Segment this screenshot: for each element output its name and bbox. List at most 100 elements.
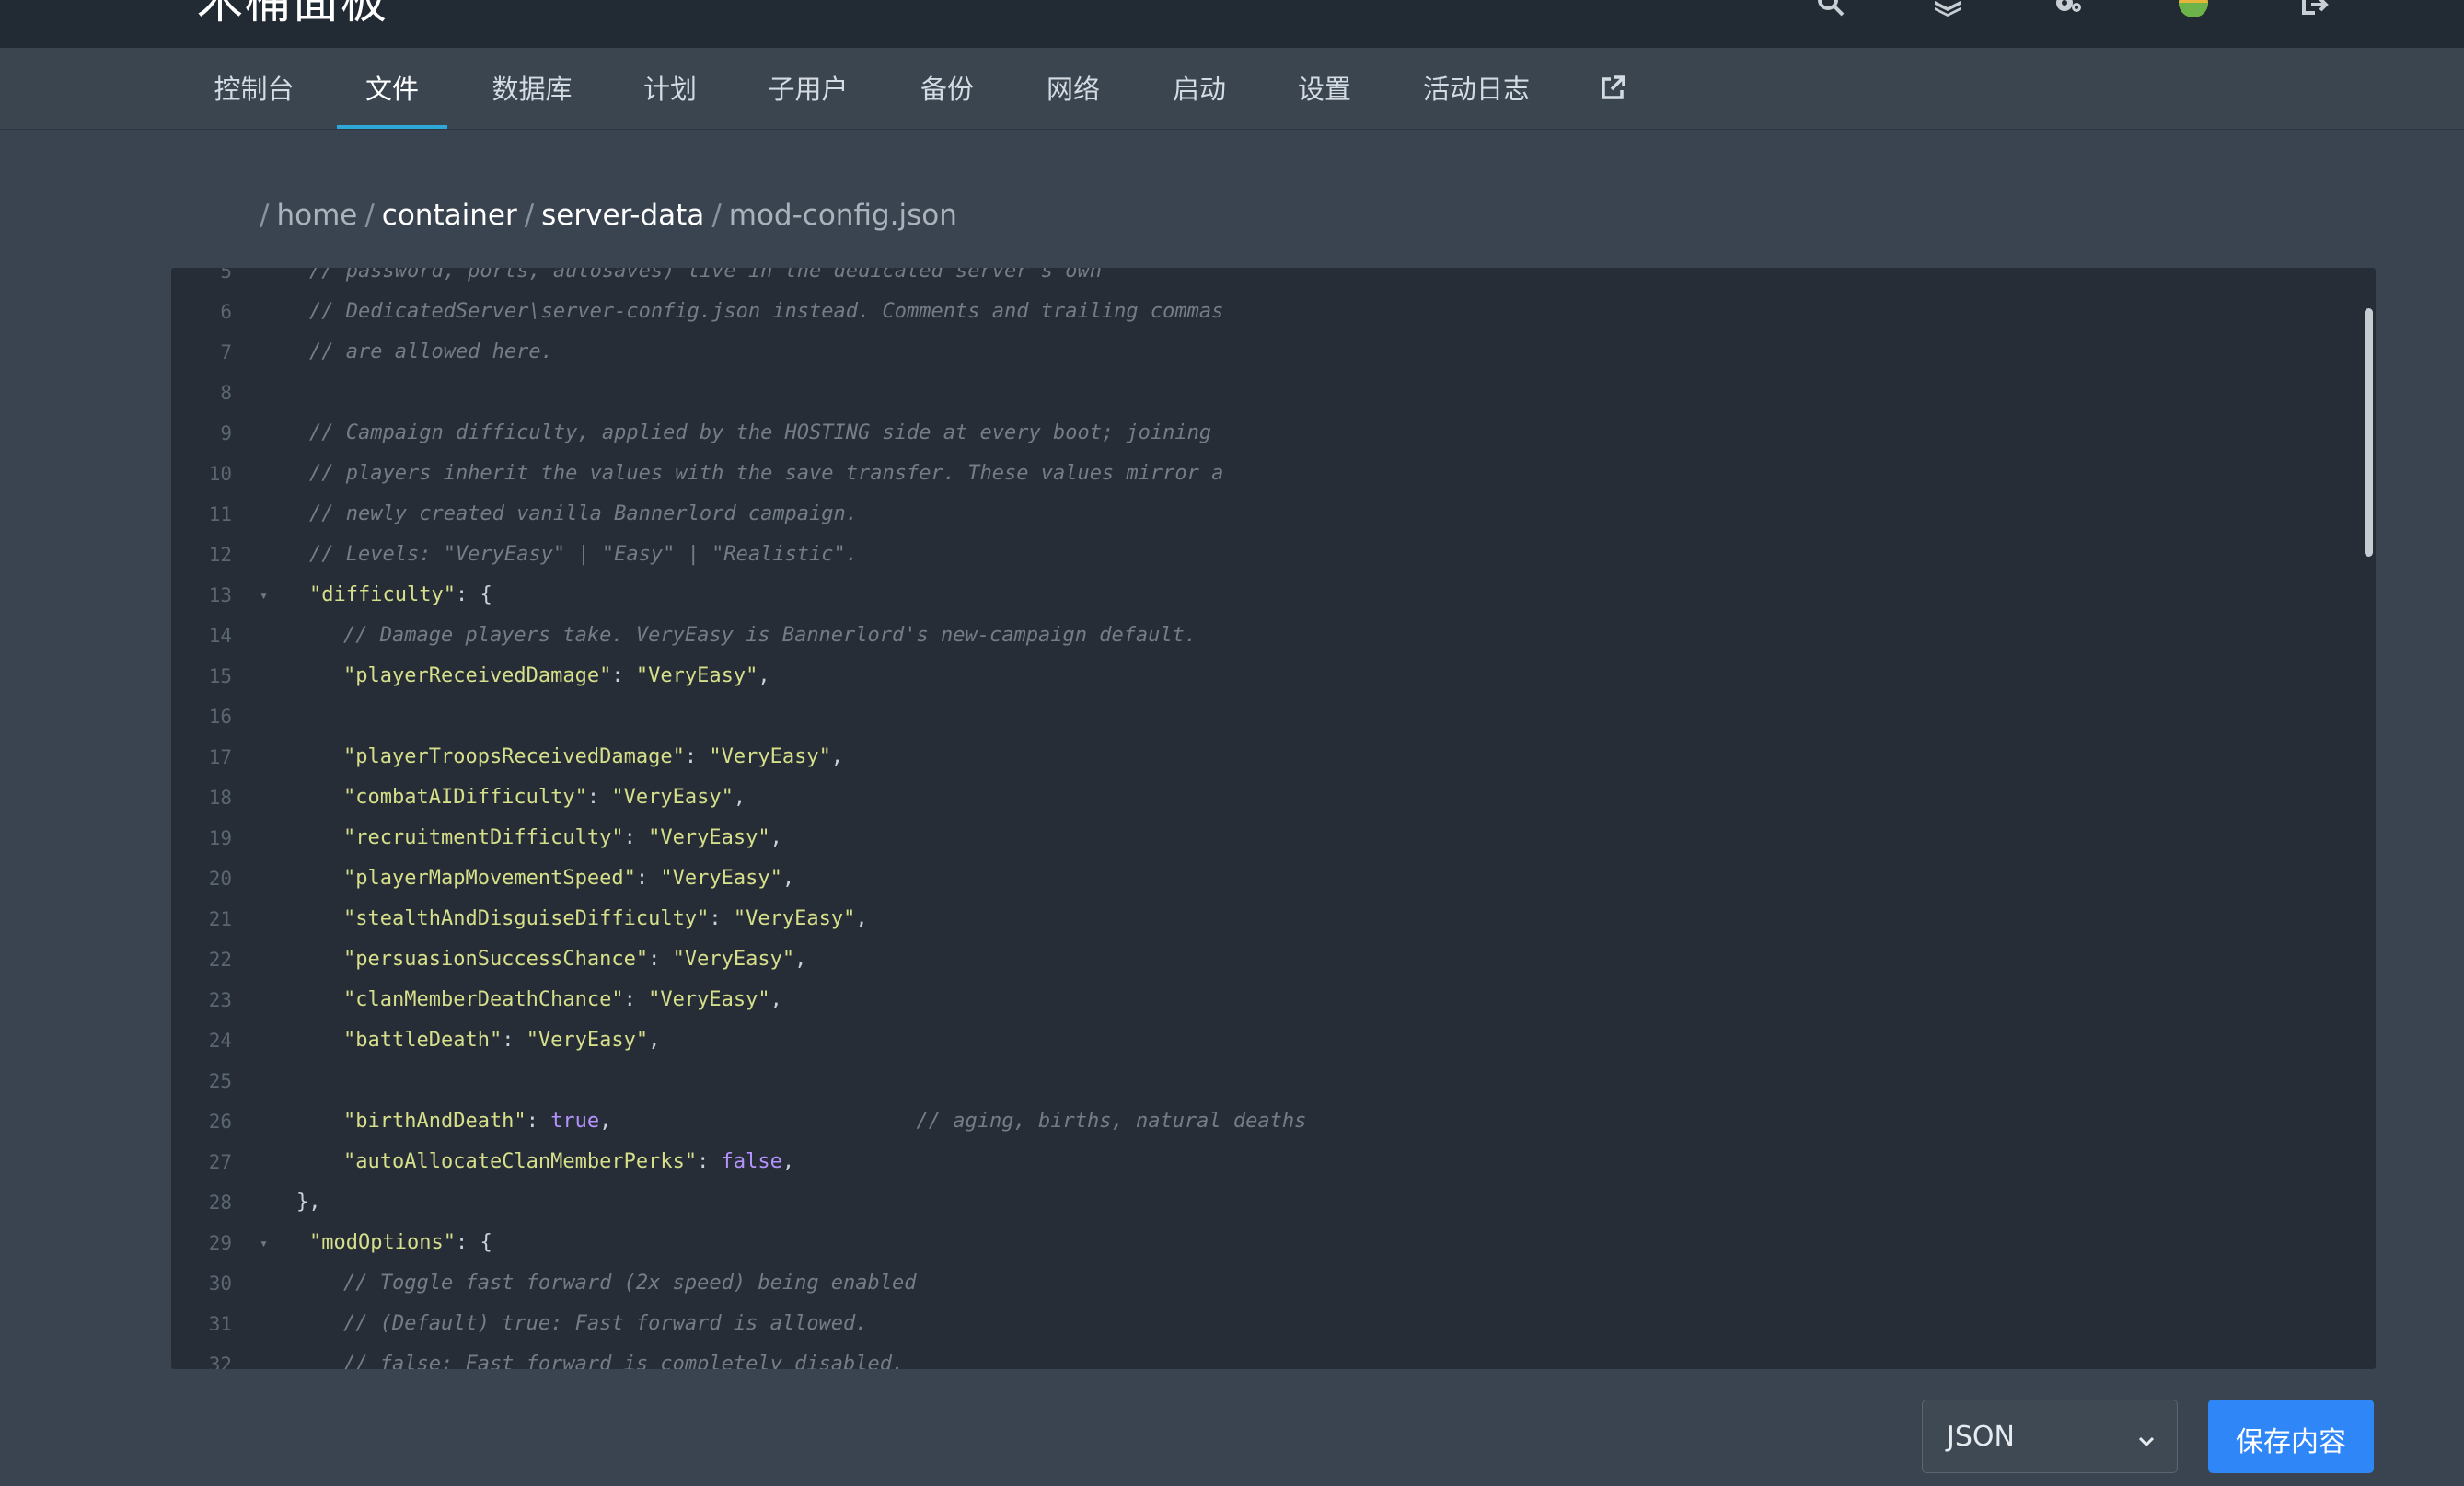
code-line[interactable]: 24 "battleDeath": "VeryEasy",	[171, 1020, 2376, 1061]
code-token: // false: Fast forward is completely dis…	[343, 1353, 905, 1369]
code-line[interactable]: 16	[171, 697, 2376, 737]
code-token: "VeryEasy"	[526, 1029, 649, 1052]
code-line[interactable]: 31 // (Default) true: Fast forward is all…	[171, 1304, 2376, 1344]
line-number: 32	[208, 1354, 232, 1369]
fold-toggle-icon[interactable]: ▾	[260, 575, 268, 616]
code-line[interactable]: 20 "playerMapMovementSpeed": "VeryEasy",	[171, 858, 2376, 899]
code-token: "persuasionSuccessChance"	[343, 948, 649, 971]
code-token: :	[586, 786, 612, 809]
code-token: :	[684, 745, 710, 768]
tab-backups[interactable]: 备份	[920, 48, 975, 129]
code-token: // players inherit the values with the s…	[309, 462, 1224, 485]
tab-activity[interactable]: 活动日志	[1423, 48, 1530, 129]
line-number: 18	[208, 787, 232, 809]
tab-startup[interactable]: 启动	[1172, 48, 1227, 129]
code-line[interactable]: 29 ▾ "modOptions": {	[171, 1223, 2376, 1263]
code-line[interactable]: 21 "stealthAndDisguiseDifficulty": "VeryE…	[171, 899, 2376, 939]
code-token: "modOptions"	[309, 1231, 456, 1254]
line-number: 9	[220, 422, 232, 444]
line-number: 8	[220, 382, 232, 404]
code-token: "VeryEasy"	[660, 867, 782, 890]
line-text: "recruitmentDifficulty": "VeryEasy",	[343, 818, 782, 858]
line-text: // password, ports, autosaves) live in t…	[309, 268, 1102, 292]
code-token: // Damage players take. VeryEasy is Bann…	[343, 624, 1197, 647]
tab-schedules[interactable]: 计划	[642, 48, 698, 129]
code-line[interactable]: 25	[171, 1061, 2376, 1101]
code-token: // Toggle fast forward (2x speed) being …	[343, 1272, 917, 1295]
language-mode-value: JSON	[1947, 1421, 2015, 1453]
line-text: // DedicatedServer\server-config.json in…	[309, 292, 1223, 332]
line-text: // are allowed here.	[309, 332, 553, 373]
code-line[interactable]: 7 // are allowed here.	[171, 332, 2376, 373]
code-token: :	[611, 664, 636, 687]
line-number: 7	[220, 341, 232, 363]
line-text: },	[296, 1182, 321, 1223]
code-line[interactable]: 10 // players inherit the values with the…	[171, 454, 2376, 494]
code-line[interactable]: 17 "playerTroopsReceivedDamage": "VeryEas…	[171, 737, 2376, 778]
code-line[interactable]: 14 // Damage players take. VeryEasy is Ba…	[171, 616, 2376, 656]
code-token: "VeryEasy"	[611, 786, 734, 809]
breadcrumb-container[interactable]: container	[382, 199, 517, 232]
code-token: : {	[455, 1231, 492, 1254]
line-number: 22	[208, 949, 232, 971]
line-text: "difficulty": {	[309, 575, 492, 616]
fold-toggle-icon[interactable]: ▾	[260, 1223, 268, 1263]
avatar[interactable]	[2178, 0, 2209, 18]
save-content-button[interactable]: 保存内容	[2208, 1400, 2374, 1473]
tab-files[interactable]: 文件	[337, 48, 447, 129]
line-text: // Campaign difficulty, applied by the H…	[309, 413, 1211, 454]
breadcrumb-file: mod-config.json	[728, 199, 957, 232]
line-number: 31	[208, 1313, 232, 1335]
code-line[interactable]: 8	[171, 373, 2376, 413]
code-token: // Campaign difficulty, applied by the H…	[309, 421, 1212, 444]
code-line[interactable]: 19 "recruitmentDifficulty": "VeryEasy",	[171, 818, 2376, 858]
code-token: "playerTroopsReceivedDamage"	[343, 745, 685, 768]
code-line[interactable]: 15 "playerReceivedDamage": "VeryEasy",	[171, 656, 2376, 697]
breadcrumb-home[interactable]: home	[276, 199, 357, 232]
code-token: "birthAndDeath"	[343, 1110, 526, 1133]
line-number: 21	[208, 908, 232, 930]
code-line[interactable]: 23 "clanMemberDeathChance": "VeryEasy",	[171, 980, 2376, 1020]
code-line[interactable]: 11 // newly created vanilla Bannerlord ca…	[171, 494, 2376, 535]
code-token: ,	[794, 948, 807, 971]
language-mode-select[interactable]: JSON	[1922, 1400, 2178, 1473]
code-token: "recruitmentDifficulty"	[343, 826, 624, 849]
line-text: // Damage players take. VeryEasy is Bann…	[343, 616, 1197, 656]
line-text: // players inherit the values with the s…	[309, 454, 1223, 494]
code-line[interactable]: 26 "birthAndDeath": true, // aging, birth…	[171, 1101, 2376, 1142]
code-line[interactable]: 30 // Toggle fast forward (2x speed) bein…	[171, 1263, 2376, 1304]
line-text: // (Default) true: Fast forward is allow…	[343, 1304, 868, 1344]
code-token: "VeryEasy"	[648, 826, 770, 849]
tab-users[interactable]: 子用户	[768, 48, 849, 129]
code-line[interactable]: 28},	[171, 1182, 2376, 1223]
code-line[interactable]: 13 ▾ "difficulty": {	[171, 575, 2376, 616]
tab-settings[interactable]: 设置	[1297, 48, 1352, 129]
gear-icon[interactable]	[2053, 0, 2084, 18]
code-editor[interactable]: 5 // password, ports, autosaves) live in …	[171, 268, 2376, 1369]
search-icon[interactable]	[1815, 0, 1846, 18]
code-line[interactable]: 6 // DedicatedServer\server-config.json i…	[171, 292, 2376, 332]
line-text: "modOptions": {	[309, 1223, 492, 1263]
code-line[interactable]: 18 "combatAIDifficulty": "VeryEasy",	[171, 778, 2376, 818]
line-text: "persuasionSuccessChance": "VeryEasy",	[343, 939, 806, 980]
code-line[interactable]: 9 // Campaign difficulty, applied by the …	[171, 413, 2376, 454]
tab-network[interactable]: 网络	[1046, 48, 1101, 129]
code-line[interactable]: 32 // false: Fast forward is completely d…	[171, 1344, 2376, 1369]
line-number: 20	[208, 868, 232, 890]
line-number: 24	[208, 1030, 232, 1052]
line-text: // Levels: "VeryEasy" | "Easy" | "Realis…	[309, 535, 858, 575]
code-line[interactable]: 5 // password, ports, autosaves) live in …	[171, 268, 2376, 292]
logout-icon[interactable]	[2298, 0, 2330, 18]
tab-databases[interactable]: 数据库	[492, 48, 573, 129]
code-line[interactable]: 12 // Levels: "VeryEasy" | "Easy" | "Real…	[171, 535, 2376, 575]
code-line[interactable]: 27 "autoAllocateClanMemberPerks": false,	[171, 1142, 2376, 1182]
breadcrumb-server-data[interactable]: server-data	[541, 199, 704, 232]
layers-icon[interactable]	[1932, 0, 1963, 18]
code-token: "combatAIDifficulty"	[343, 786, 587, 809]
code-token: :	[502, 1029, 526, 1052]
tab-console[interactable]: 控制台	[214, 48, 295, 129]
code-line[interactable]: 22 "persuasionSuccessChance": "VeryEasy",	[171, 939, 2376, 980]
code-token: "playerMapMovementSpeed"	[343, 867, 636, 890]
line-text: "birthAndDeath": true, // aging, births,…	[343, 1101, 1306, 1142]
external-link-icon[interactable]	[1600, 74, 1627, 101]
